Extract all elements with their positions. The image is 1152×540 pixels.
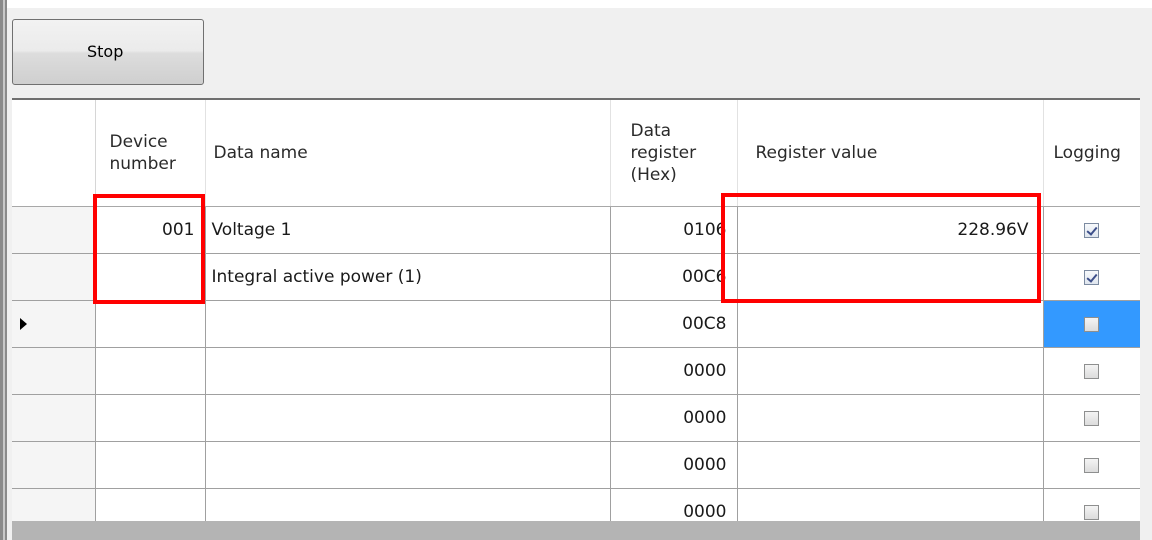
data-name-cell[interactable] — [205, 300, 611, 348]
data-name-cell[interactable] — [205, 347, 611, 395]
data-register-cell[interactable]: 0000 — [610, 441, 738, 489]
logging-checkbox[interactable] — [1084, 457, 1100, 473]
column-header-register-value[interactable]: Register value — [737, 100, 1044, 207]
logging-checkbox[interactable] — [1084, 269, 1100, 285]
column-header-logging[interactable]: Logging — [1043, 100, 1140, 207]
logging-checkbox[interactable] — [1084, 363, 1100, 379]
register-value-cell[interactable]: 228.96V — [737, 206, 1044, 254]
register-value-cell[interactable] — [737, 488, 1044, 523]
logging-cell[interactable] — [1043, 206, 1140, 254]
top-strip — [7, 0, 1152, 8]
data-name-cell[interactable]: Integral active power (1) — [205, 253, 611, 301]
logging-checkbox[interactable] — [1084, 222, 1100, 238]
logging-cell[interactable] — [1043, 253, 1140, 301]
logging-cell[interactable] — [1043, 488, 1140, 523]
row-selector[interactable] — [12, 441, 96, 489]
device-number-cell[interactable] — [95, 441, 206, 489]
row-selector[interactable] — [12, 300, 96, 348]
logging-cell[interactable] — [1043, 441, 1140, 489]
data-name-cell[interactable] — [205, 441, 611, 489]
grid-header-row: Device number Data name Data register (H… — [12, 100, 1140, 207]
data-grid[interactable]: Device number Data name Data register (H… — [12, 98, 1140, 523]
logging-cell[interactable] — [1043, 300, 1140, 348]
device-number-cell[interactable]: 001 — [95, 206, 206, 254]
data-register-cell[interactable]: 00C8 — [610, 300, 738, 348]
data-register-cell[interactable]: 0000 — [610, 394, 738, 442]
device-number-cell[interactable] — [95, 300, 206, 348]
row-selector-header[interactable] — [12, 100, 96, 207]
logging-cell[interactable] — [1043, 347, 1140, 395]
column-label: Data name — [213, 143, 308, 163]
data-register-cell[interactable]: 0000 — [610, 347, 738, 395]
table-row[interactable]: 0000 — [12, 488, 1140, 523]
table-row[interactable]: Integral active power (1) 00C6 — [12, 253, 1140, 301]
table-row[interactable]: 0000 — [12, 441, 1140, 489]
row-selector[interactable] — [12, 347, 96, 395]
column-header-device-number[interactable]: Device number — [95, 100, 206, 207]
table-row[interactable]: 00C8 — [12, 300, 1140, 348]
grid-empty-area — [12, 521, 1140, 540]
window-left-edge — [0, 0, 7, 540]
data-register-cell[interactable]: 0000 — [610, 488, 738, 523]
register-value-cell[interactable] — [737, 347, 1044, 395]
register-value-cell[interactable] — [737, 300, 1044, 348]
row-selector[interactable] — [12, 206, 96, 254]
column-label: Data register (Hex) — [630, 121, 697, 185]
register-value-cell[interactable] — [737, 253, 1044, 301]
logging-checkbox[interactable] — [1084, 316, 1100, 332]
stop-button[interactable]: Stop — [12, 19, 204, 85]
register-value-cell[interactable] — [737, 394, 1044, 442]
data-register-cell[interactable]: 0106 — [610, 206, 738, 254]
column-label: Device number — [109, 132, 176, 174]
table-row[interactable]: 001 Voltage 1 0106 228.96V — [12, 206, 1140, 254]
column-label: Logging — [1053, 143, 1121, 163]
table-row[interactable]: 0000 — [12, 394, 1140, 442]
current-row-arrow-icon — [20, 318, 27, 330]
logging-checkbox[interactable] — [1084, 410, 1100, 426]
logging-checkbox[interactable] — [1084, 504, 1100, 520]
row-selector[interactable] — [12, 253, 96, 301]
device-number-cell[interactable] — [95, 253, 206, 301]
grid-body: 001 Voltage 1 0106 228.96V Integral active p… — [12, 206, 1140, 523]
data-name-cell[interactable] — [205, 488, 611, 523]
row-selector[interactable] — [12, 488, 96, 523]
register-value-cell[interactable] — [737, 441, 1044, 489]
column-header-data-register[interactable]: Data register (Hex) — [610, 100, 738, 207]
table-row[interactable]: 0000 — [12, 347, 1140, 395]
data-name-cell[interactable] — [205, 394, 611, 442]
logging-cell[interactable] — [1043, 394, 1140, 442]
data-register-cell[interactable]: 00C6 — [610, 253, 738, 301]
device-number-cell[interactable] — [95, 488, 206, 523]
device-number-cell[interactable] — [95, 394, 206, 442]
data-name-cell[interactable]: Voltage 1 — [205, 206, 611, 254]
device-number-cell[interactable] — [95, 347, 206, 395]
column-header-data-name[interactable]: Data name — [205, 100, 611, 207]
row-selector[interactable] — [12, 394, 96, 442]
column-label: Register value — [755, 143, 878, 163]
